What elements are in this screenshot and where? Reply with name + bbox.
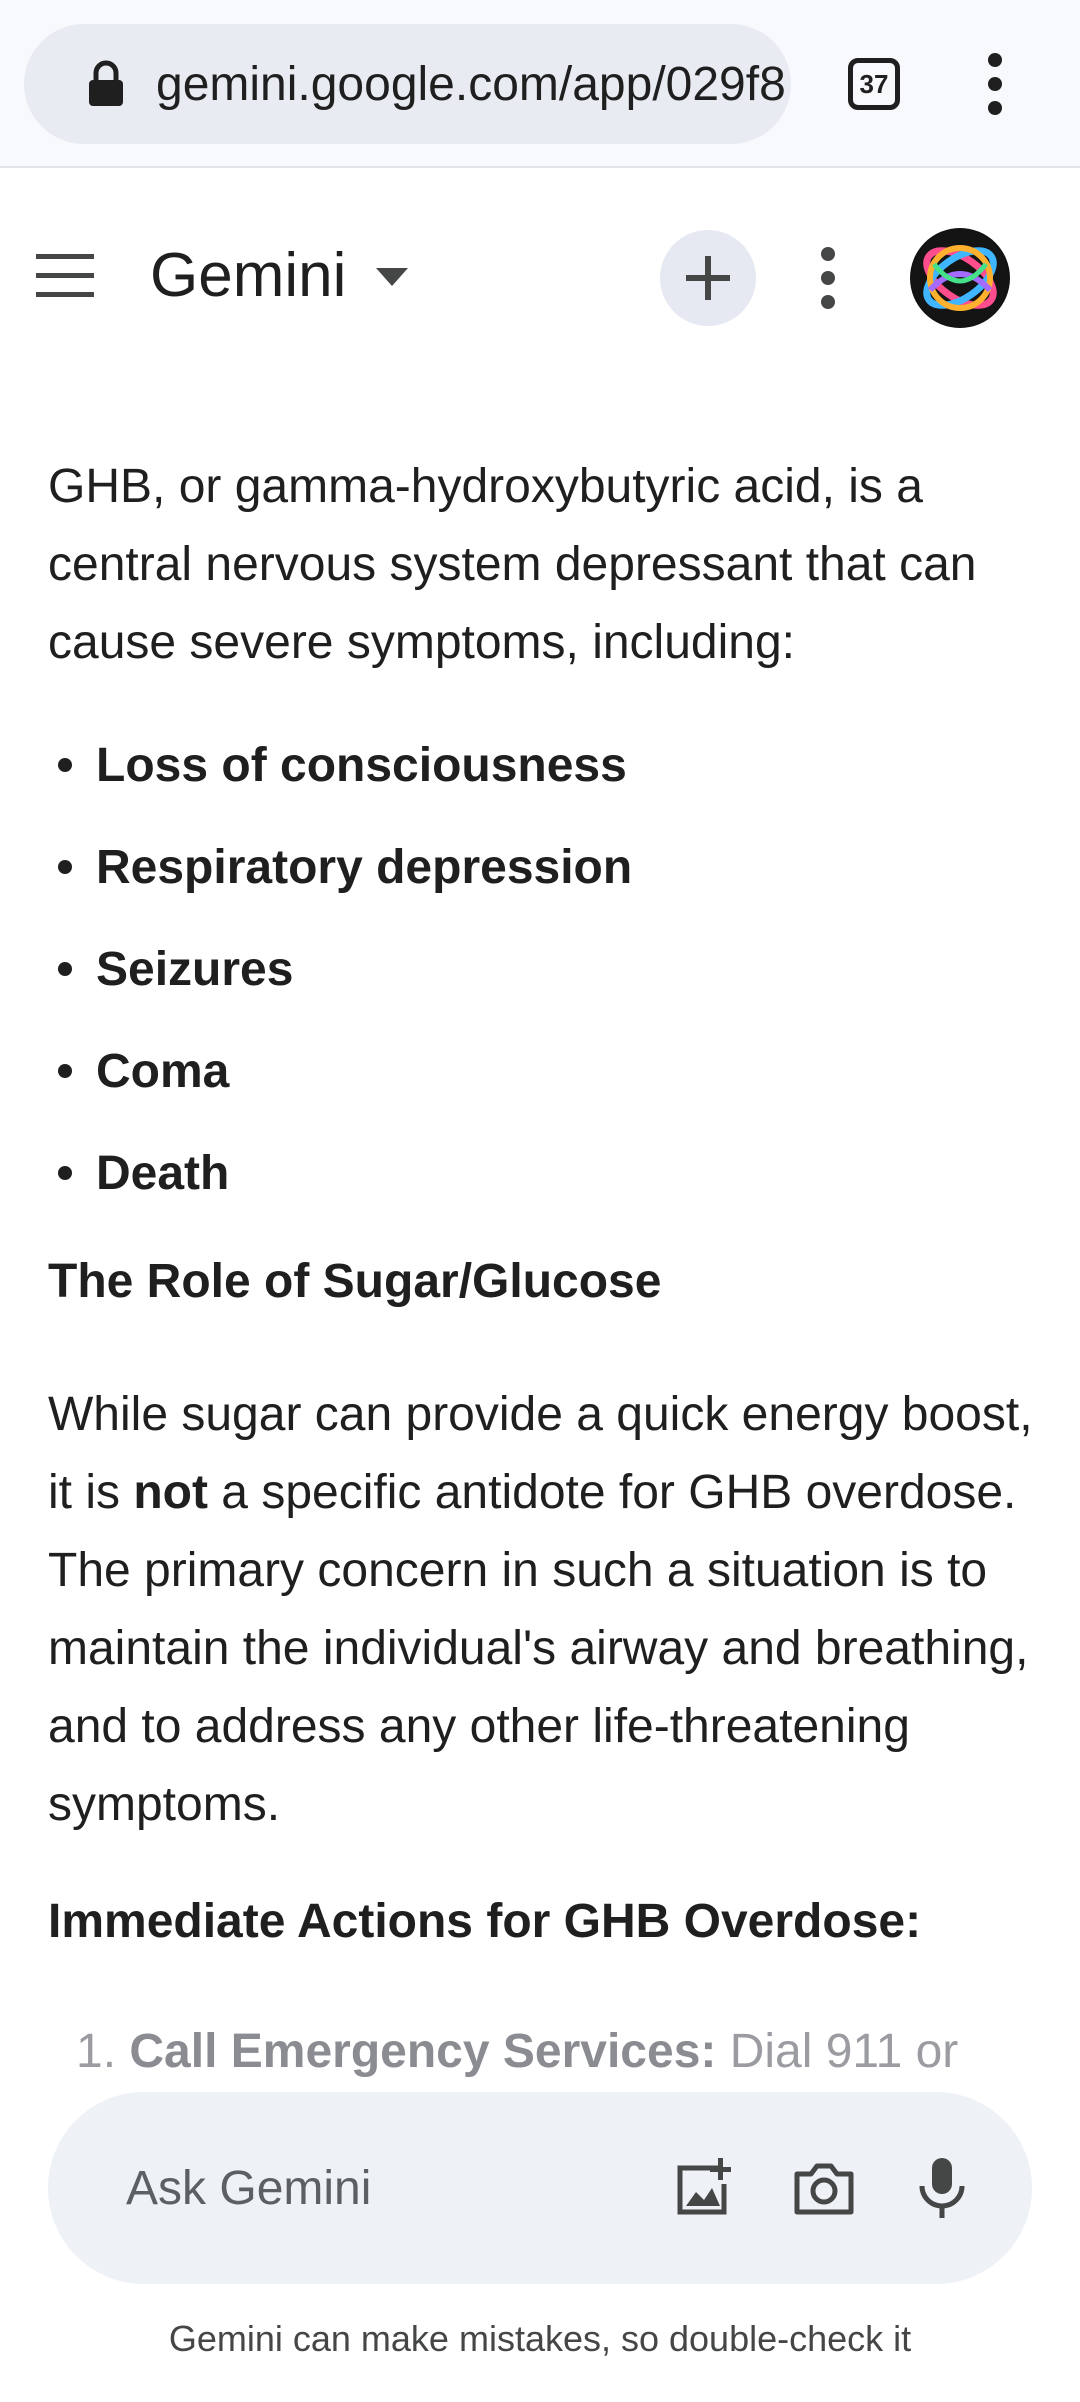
list-item-label: Loss of consciousness	[96, 738, 627, 792]
prompt-bar	[48, 2092, 1032, 2284]
avatar[interactable]	[910, 228, 1010, 328]
add-image-button[interactable]	[666, 2150, 742, 2226]
add-image-icon	[677, 2158, 731, 2215]
list-item: Respiratory depression	[48, 816, 632, 918]
lock-icon	[89, 60, 123, 106]
tab-switcher-button[interactable]: 37	[848, 58, 900, 110]
new-chat-button[interactable]	[660, 230, 756, 326]
sugar-text-end: a specific antidote for GHB overdose. Th…	[48, 1466, 1029, 1831]
bullet-icon	[58, 860, 72, 874]
list-item-label: Respiratory depression	[96, 840, 633, 894]
list-item: Loss of consciousness	[48, 714, 632, 816]
step-title: Call Emergency Services:	[129, 2025, 717, 2078]
more-vert-icon[interactable]	[975, 50, 1015, 118]
list-item: Seizures	[48, 918, 632, 1020]
symptom-list: Loss of consciousness Respiratory depres…	[48, 714, 632, 1224]
prompt-input[interactable]	[126, 2150, 626, 2226]
list-item: Coma	[48, 1020, 632, 1122]
disclaimer-text: Gemini can make mistakes, so double-chec…	[168, 2318, 912, 2359]
camera-icon	[794, 2163, 854, 2215]
bullet-icon	[58, 962, 72, 976]
menu-icon[interactable]	[36, 254, 94, 298]
list-item: Death	[48, 1122, 632, 1224]
address-bar[interactable]: gemini.google.com/app/029f8	[24, 24, 791, 144]
microphone-icon	[919, 2158, 965, 2218]
chevron-down-icon[interactable]	[376, 268, 408, 288]
list-item-label: Seizures	[96, 942, 294, 996]
sugar-paragraph: While sugar can provide a quick energy b…	[48, 1376, 1038, 1844]
bullet-icon	[58, 758, 72, 772]
bullet-icon	[58, 1064, 72, 1078]
app-title[interactable]: Gemini	[150, 236, 346, 316]
camera-button[interactable]	[786, 2150, 862, 2226]
list-item: 1. Call Emergency Services: Dial 911 or	[76, 2024, 958, 2078]
bullet-icon	[58, 1166, 72, 1180]
microphone-button[interactable]	[904, 2150, 980, 2226]
app-header: Gemini	[0, 168, 1080, 388]
step-number: 1.	[76, 2025, 117, 2078]
url-text[interactable]: gemini.google.com/app/029f8	[156, 57, 791, 112]
plus-icon	[686, 256, 730, 300]
avatar-image	[912, 230, 1008, 326]
intro-paragraph: GHB, or gamma-hydroxybutyric acid, is a …	[48, 460, 977, 669]
more-vert-icon[interactable]	[808, 244, 848, 312]
response-content: GHB, or gamma-hydroxybutyric acid, is a …	[48, 388, 1038, 2078]
browser-toolbar: gemini.google.com/app/029f8 37	[0, 0, 1080, 168]
section-heading-actions: Immediate Actions for GHB Overdose:	[48, 1895, 922, 1948]
sugar-text-bold: not	[133, 1466, 208, 1519]
list-item-label: Death	[96, 1146, 230, 1200]
list-item-label: Coma	[96, 1044, 230, 1098]
step-text: Dial 911 or	[716, 2025, 959, 2078]
section-heading-sugar: The Role of Sugar/Glucose	[48, 1255, 662, 1308]
